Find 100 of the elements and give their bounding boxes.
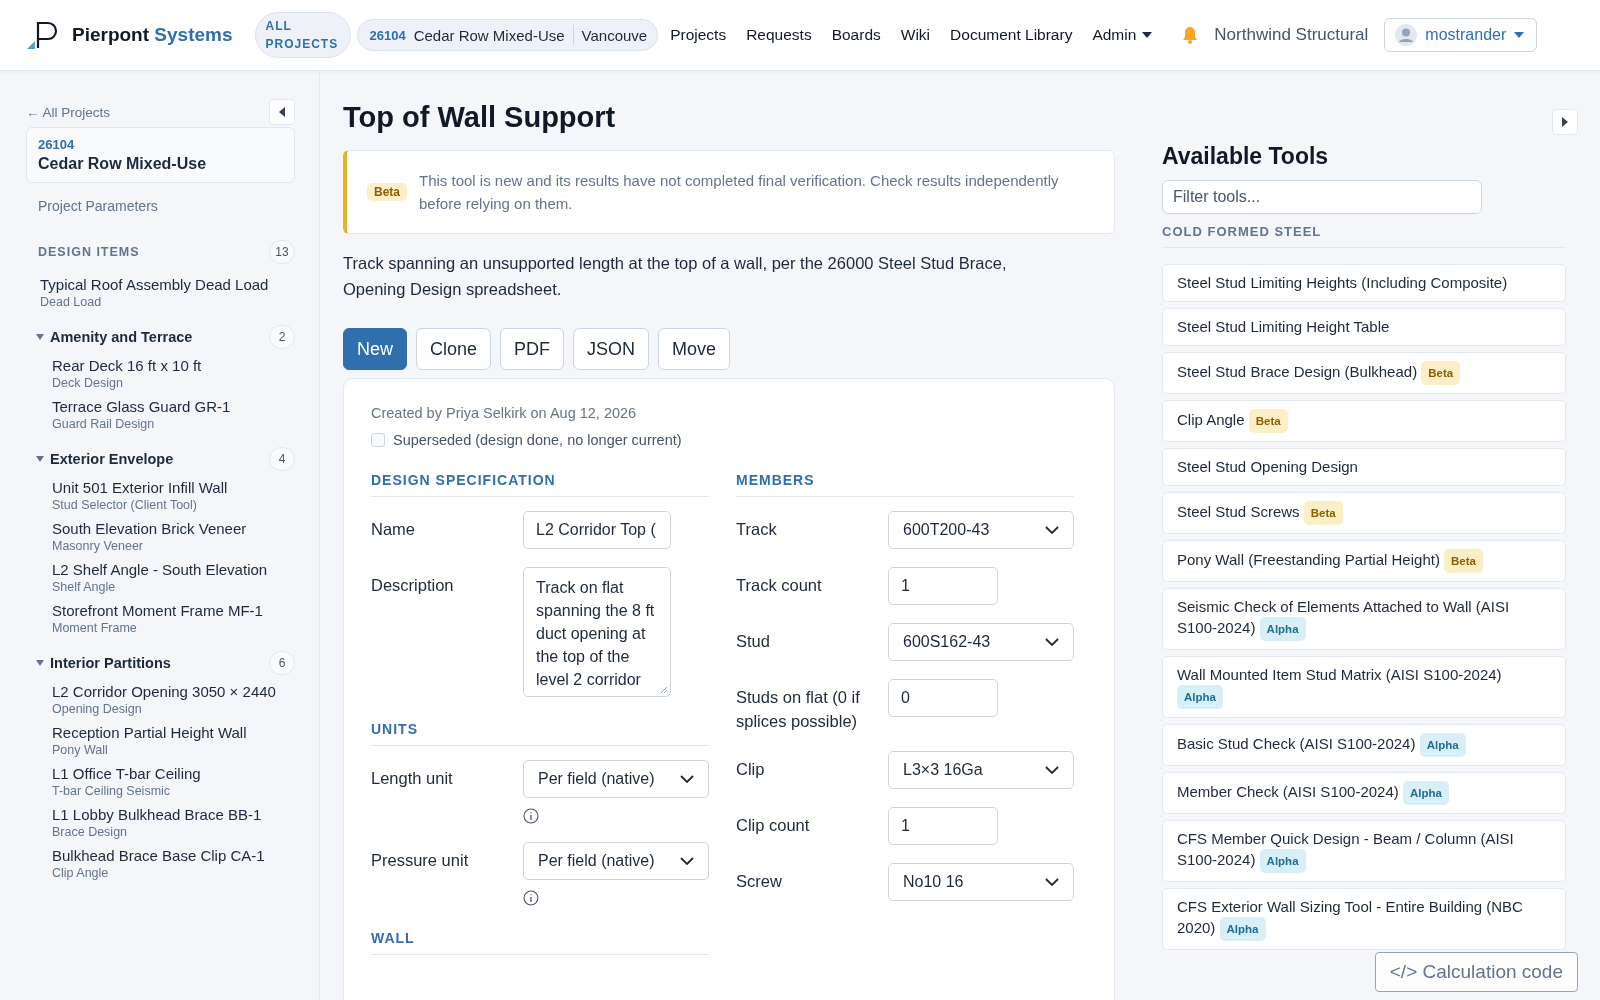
field-label: Studs on flat (0 if splices possible) — [736, 687, 861, 732]
superseded-checkbox[interactable] — [371, 433, 385, 447]
project-parameters-link[interactable]: Project Parameters — [38, 198, 295, 214]
design-item[interactable]: Typical Roof Assembly Dead Load Dead Load — [40, 276, 295, 309]
field-label: Description — [371, 575, 455, 596]
select-field[interactable]: 600S162-43 — [888, 623, 1074, 661]
tool-item[interactable]: Steel Stud Screws Beta — [1162, 492, 1566, 534]
chevron-down-icon — [680, 775, 694, 783]
resize-handle-icon[interactable] — [660, 686, 668, 694]
field-label: Screw — [736, 871, 783, 892]
section-heading: DESIGN SPECIFICATION — [371, 472, 709, 497]
expand-panel-button[interactable] — [1552, 109, 1578, 135]
select-field[interactable]: 600T200-43 — [888, 511, 1074, 549]
tools-heading: Available Tools — [1162, 143, 1330, 170]
all-projects-button[interactable]: ALL PROJECTS — [254, 12, 351, 58]
tool-description: Track spanning an unsupported length at the top of a wall, per the 26000 Steel Stud Brace, Opening Design spreadsheet. — [343, 253, 1008, 300]
notice-text: This tool is new and its results have not completed final verification. Check results independently before relying on them. — [419, 171, 1060, 214]
description-field[interactable]: Track on flat spanning the 8 ft duct opening at the top of the level 2 corridor — [523, 567, 671, 697]
name-field[interactable]: L2 Corridor Top ( — [523, 511, 671, 549]
info-icon[interactable] — [523, 890, 539, 906]
caret-icon — [279, 107, 285, 117]
design-item[interactable]: Bulkhead Brace Base Clip CA-1 Clip Angle — [52, 847, 295, 880]
design-item[interactable]: Reception Partial Height Wall Pony Wall — [52, 724, 295, 757]
select-field[interactable]: No10 16 — [888, 863, 1074, 901]
nav-link[interactable]: Projects — [670, 26, 727, 44]
field-label: Pressure unit — [371, 850, 470, 871]
design-item[interactable]: Unit 501 Exterior Infill Wall Stud Selector (Client Tool) — [52, 479, 295, 512]
group-toggle[interactable]: Interior Partitions — [36, 655, 171, 671]
field-label: Clip — [736, 759, 766, 780]
design-item[interactable]: Storefront Moment Frame MF-1 Moment Frame — [52, 602, 295, 635]
design-item[interactable]: South Elevation Brick Veneer Masonry Veneer — [52, 520, 295, 553]
project-name: Cedar Row Mixed-Use — [38, 155, 208, 173]
project-card[interactable]: 26104 Cedar Row Mixed-Use — [26, 127, 295, 183]
field-label: Track — [736, 519, 778, 540]
chevron-down-icon — [680, 857, 694, 865]
design-item[interactable]: L1 Lobby Bulkhead Brace BB-1 Brace Design — [52, 806, 295, 839]
filter-field[interactable]: Filter tools... — [1162, 180, 1482, 214]
tool-item[interactable]: Steel Stud Brace Design (Bulkhead) Beta — [1162, 352, 1566, 394]
number-field[interactable]: 1 — [888, 807, 998, 845]
chevron-down-icon — [1045, 526, 1059, 534]
tool-item[interactable]: Pony Wall (Freestanding Partial Height) Beta — [1162, 540, 1566, 582]
tool-item[interactable]: Seismic Check of Elements Attached to Wall (AISI S100-2024) Alpha — [1162, 588, 1566, 650]
tool-item[interactable]: CFS Member Quick Design - Beam / Column (AISI S100-2024) Alpha — [1162, 820, 1566, 882]
beta-badge: Beta — [367, 183, 407, 201]
group-toggle[interactable]: Amenity and Terrace — [36, 329, 193, 345]
select-field[interactable]: Per field (native) — [523, 842, 709, 880]
tool-item[interactable]: Wall Mounted Item Stud Matrix (AISI S100-2024) Alpha — [1162, 656, 1566, 718]
design-item[interactable]: Terrace Glass Guard GR-1 Guard Rail Design — [52, 398, 295, 431]
checkbox-label: Superseded (design done, no longer current) — [393, 432, 682, 448]
tool-item[interactable]: Member Check (AISI S100-2024) Alpha — [1162, 772, 1566, 814]
design-item[interactable]: L2 Corridor Opening 3050 × 2440 Opening Design — [52, 683, 295, 716]
info-icon[interactable] — [523, 808, 539, 824]
count-badge: 2 — [269, 325, 295, 349]
tool-item[interactable]: Steel Stud Limiting Heights (Including Composite) — [1162, 264, 1566, 302]
tool-item[interactable]: Clip Angle Beta — [1162, 400, 1566, 442]
tool-item[interactable]: Steel Stud Opening Design — [1162, 448, 1566, 486]
chevron-down-icon — [1045, 766, 1059, 774]
caret-icon — [1562, 117, 1568, 127]
design-item[interactable]: Rear Deck 16 ft x 10 ft Deck Design — [52, 357, 295, 390]
tool-item[interactable]: CFS Exterior Wall Sizing Tool - Entire Building (NBC 2020) Alpha — [1162, 888, 1566, 950]
group-toggle[interactable]: Exterior Envelope — [36, 451, 174, 467]
caret-icon — [36, 660, 44, 666]
caret-icon[interactable] — [1142, 32, 1153, 38]
action-button[interactable]: Clone — [416, 328, 492, 370]
design-item[interactable]: L2 Shelf Angle - South Elevation Shelf Angle — [52, 561, 295, 594]
nav-link[interactable]: Admin — [1092, 26, 1153, 44]
nav-link[interactable]: Document Library — [950, 26, 1073, 44]
action-button[interactable]: PDF — [500, 328, 565, 370]
collapse-sidebar-button[interactable] — [269, 99, 295, 125]
project-breadcrumb[interactable]: 26104 Cedar Row Mixed-Use Vancouve — [356, 19, 659, 51]
count-badge: 13 — [269, 240, 295, 264]
action-button[interactable]: Move — [658, 328, 731, 370]
nav-link[interactable]: Boards — [831, 26, 881, 44]
nav-link[interactable]: Wiki — [900, 26, 931, 44]
tool-item[interactable]: Basic Stud Check (AISI S100-2024) Alpha — [1162, 724, 1566, 766]
design-items-heading: DESIGN ITEMS — [38, 245, 140, 259]
field-label: Name — [371, 519, 416, 540]
action-button[interactable]: JSON — [573, 328, 650, 370]
number-field[interactable]: 0 — [888, 679, 998, 717]
caret-icon — [1514, 32, 1525, 38]
action-button[interactable]: New — [343, 328, 407, 370]
calculation-code-button[interactable]: </> Calculation code — [1374, 952, 1578, 992]
back-link[interactable]: ← All Projects — [26, 104, 111, 120]
user-menu-button[interactable]: mostrander — [1384, 18, 1538, 52]
section-heading: UNITS — [371, 721, 709, 746]
number-field[interactable]: 1 — [888, 567, 998, 605]
field-label: Clip count — [736, 815, 811, 836]
field-label: Track count — [736, 575, 823, 596]
tool-item[interactable]: Steel Stud Limiting Height Table — [1162, 308, 1566, 346]
field-label: Stud — [736, 631, 771, 652]
design-item[interactable]: L1 Office T-bar Ceiling T-bar Ceiling Seismic — [52, 765, 295, 798]
nav-link[interactable]: Requests — [746, 26, 812, 44]
section-heading: MEMBERS — [736, 472, 1074, 497]
select-field[interactable]: Per field (native) — [523, 760, 709, 798]
count-badge: 6 — [269, 651, 295, 675]
brand-name[interactable]: Pierpont Systems — [72, 24, 233, 46]
category-heading: COLD FORMED STEEL — [1162, 224, 1566, 248]
select-field[interactable]: L3×3 16Ga — [888, 751, 1074, 789]
field-label: Length unit — [371, 768, 454, 789]
avatar-icon — [1395, 24, 1418, 46]
